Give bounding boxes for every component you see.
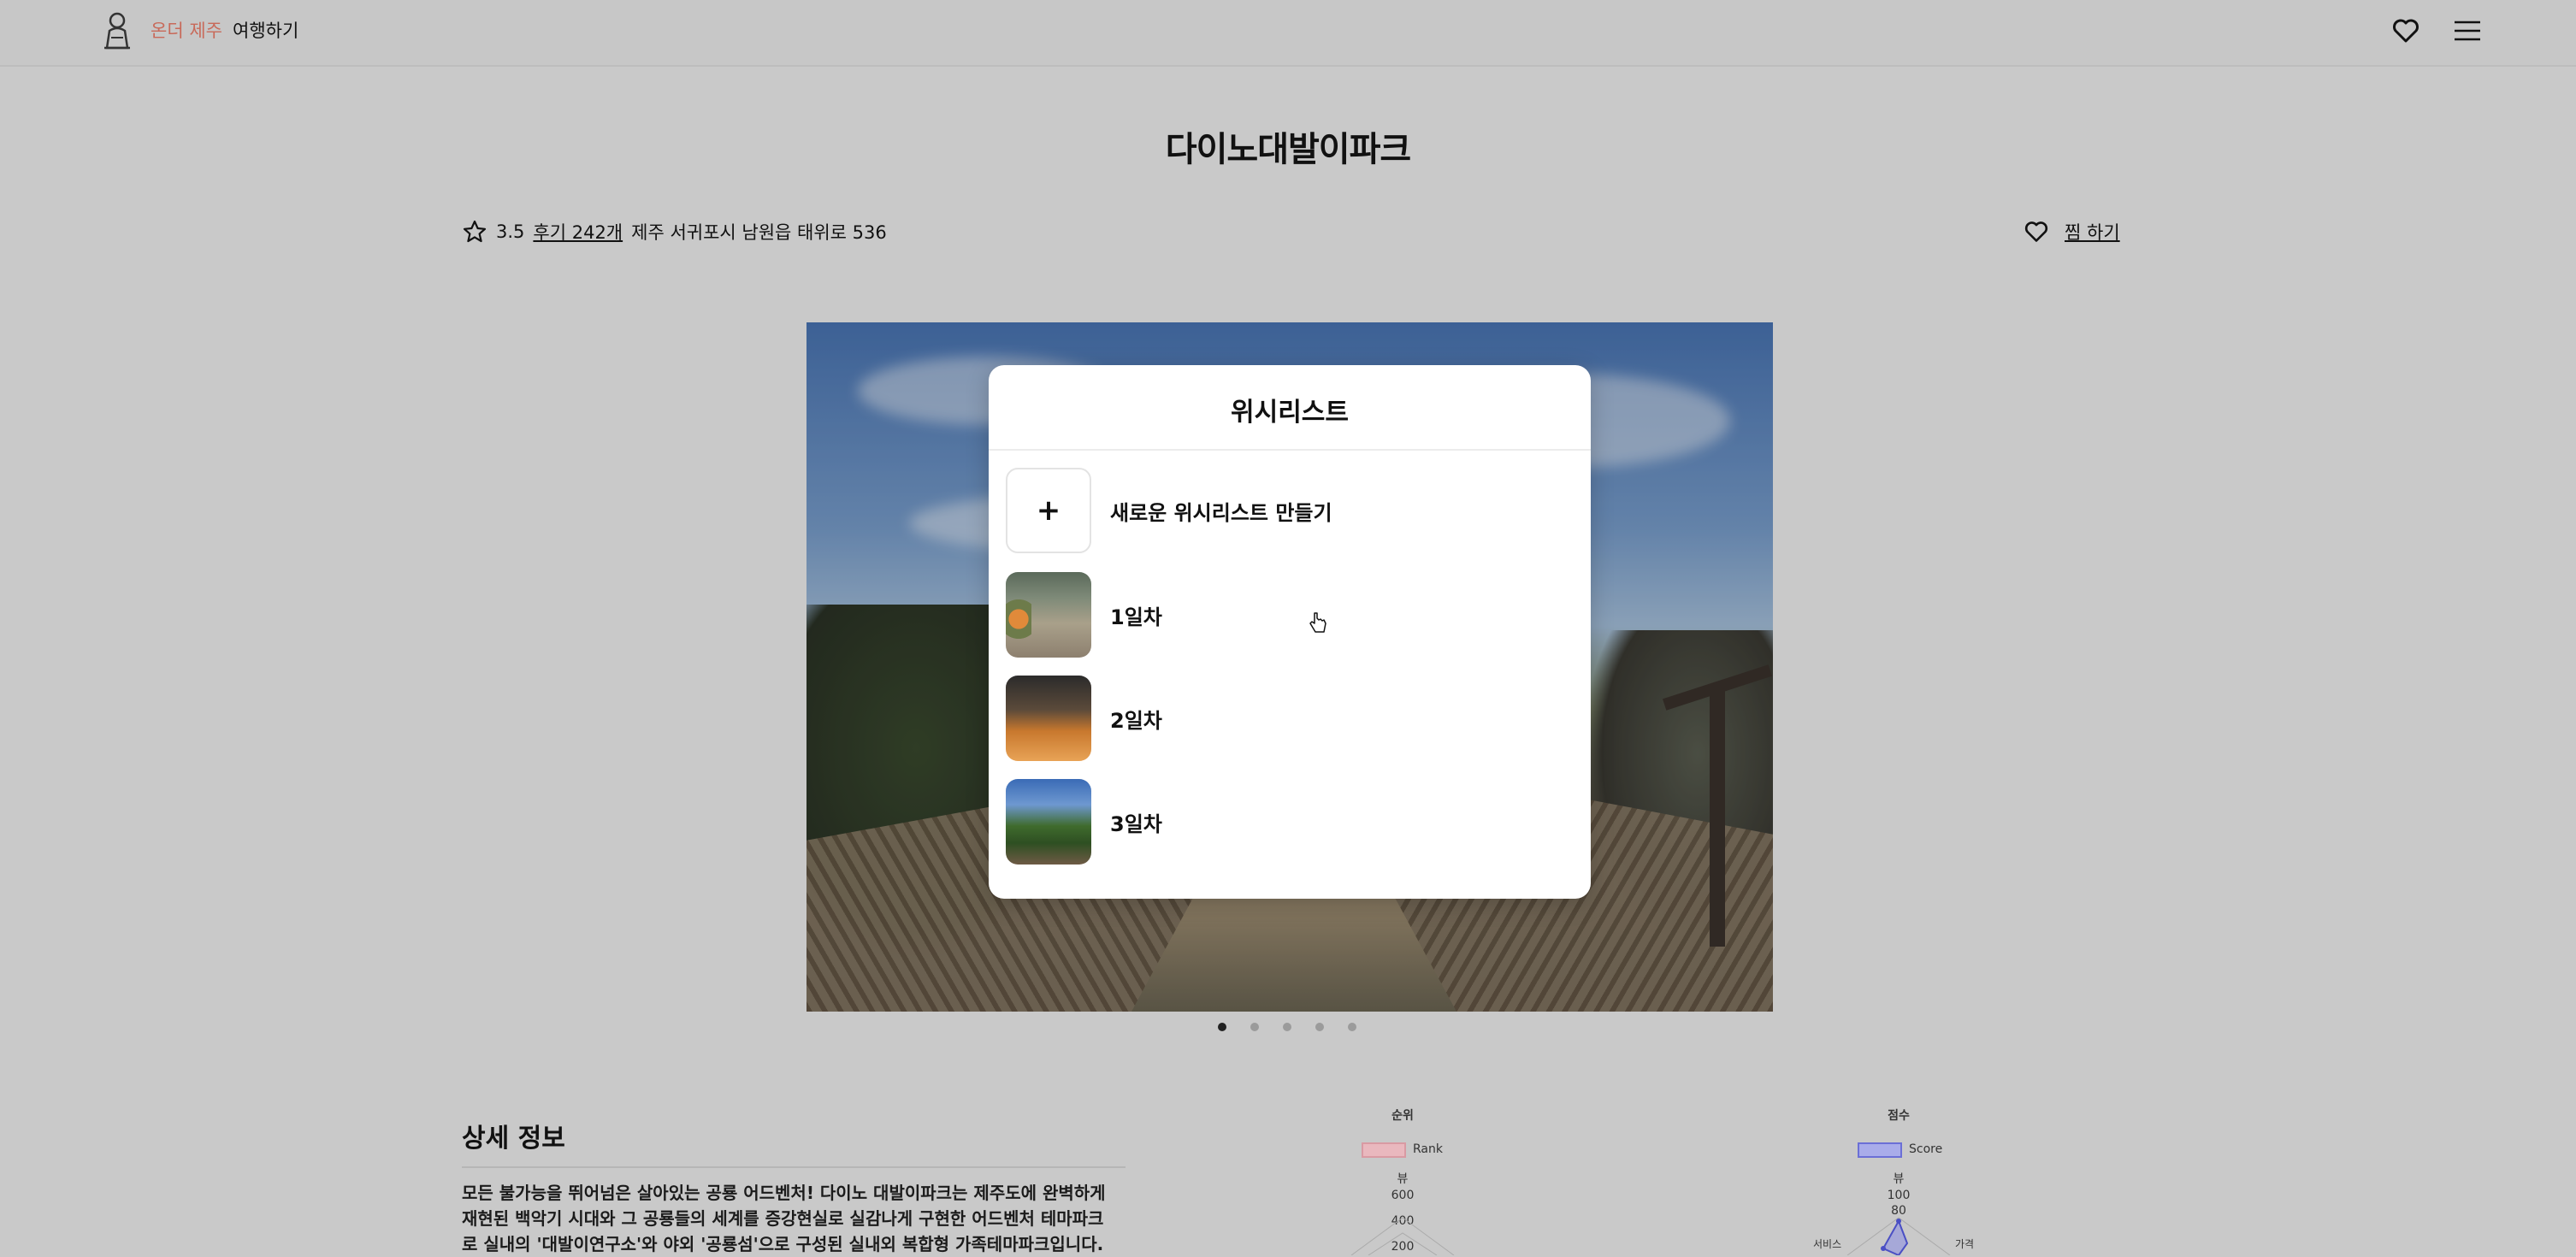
wishlist-item-label: 3일차 xyxy=(1110,811,1162,836)
description-line: 로 실내의 '대발이연구소'와 야외 '공룡섬'으로 구성된 실내외 복합형 가… xyxy=(462,1234,1104,1254)
score-radar-chart: 점수 Score 뷰 100 80 서비스 가격 xyxy=(1813,1107,1984,1255)
star-icon xyxy=(463,220,487,243)
rank-radar-chart: 순위 Rank 뷰 600 400 200 xyxy=(1317,1107,1488,1255)
detail-divider xyxy=(462,1166,1126,1168)
detail-section-title: 상세 정보 xyxy=(462,1124,565,1154)
heart-outline-icon xyxy=(2024,221,2048,242)
radar-grid xyxy=(1350,1217,1455,1255)
brand-name[interactable]: 온더 제주 xyxy=(151,17,222,43)
nav-travel-link[interactable]: 여행하기 xyxy=(233,17,298,43)
orange-farm-thumbnail xyxy=(1006,572,1091,658)
hamburger-menu-icon[interactable] xyxy=(2453,17,2482,44)
description-line: 모든 불가능을 뛰어넘은 살아있는 공룡 어드벤처! 다이노 대발이파크는 제주… xyxy=(462,1183,1106,1203)
tangerine-box-thumbnail xyxy=(1006,676,1091,761)
field-path-thumbnail xyxy=(1006,779,1091,865)
carousel-dot-3[interactable] xyxy=(1283,1023,1291,1031)
chart-title: 점수 xyxy=(1888,1109,1910,1123)
wishlist-item[interactable]: 3일차 xyxy=(1006,777,1574,866)
wishlist-modal: 위시리스트 + 새로운 위시리스트 만들기 1일차 2일차 3일차 xyxy=(989,365,1591,899)
address-text: 제주 서귀포시 남원읍 태위로 536 xyxy=(631,222,887,243)
carousel-dot-1[interactable] xyxy=(1218,1023,1226,1031)
wishlist-item[interactable]: 1일차 xyxy=(1006,570,1574,659)
legend-swatch xyxy=(1362,1142,1406,1158)
create-wishlist-label[interactable]: 새로운 위시리스트 만들기 xyxy=(1110,496,1332,526)
wishlist-item-label: 1일차 xyxy=(1110,605,1162,629)
axis-label: 뷰 xyxy=(1893,1172,1905,1186)
jeju-logo-icon[interactable] xyxy=(99,10,135,51)
rating-value: 3.5 xyxy=(496,221,525,242)
legend-label: Rank xyxy=(1413,1142,1443,1156)
reviews-link[interactable]: 후기 242개 xyxy=(533,219,623,245)
detail-description: 모든 불가능을 뛰어넘은 살아있는 공룡 어드벤처! 다이노 대발이파크는 제주… xyxy=(462,1180,1129,1257)
plus-icon[interactable]: + xyxy=(1006,468,1091,553)
save-label: 찜 하기 xyxy=(2065,222,2120,243)
place-meta: 3.5 후기 242개 제주 서귀포시 남원읍 태위로 536 xyxy=(462,219,887,245)
wishlist-item[interactable]: 2일차 xyxy=(1006,674,1574,763)
modal-title: 위시리스트 xyxy=(1231,398,1349,428)
create-wishlist-row[interactable]: + 새로운 위시리스트 만들기 xyxy=(1006,466,1574,633)
carousel-dots xyxy=(1218,1023,1356,1031)
legend-label: Score xyxy=(1909,1142,1943,1156)
save-button[interactable]: 찜 하기 xyxy=(2024,219,2120,245)
carousel-dot-5[interactable] xyxy=(1348,1023,1356,1031)
description-line: 재현된 백악기 시대와 그 공룡들의 세계를 증강현실로 실감나게 구현한 어드… xyxy=(462,1208,1104,1229)
carousel-dot-4[interactable] xyxy=(1315,1023,1324,1031)
carousel-dot-2[interactable] xyxy=(1250,1023,1259,1031)
radar-area xyxy=(1846,1217,1951,1255)
heart-icon[interactable] xyxy=(2391,17,2420,44)
modal-divider xyxy=(989,449,1591,451)
wishlist-item-label: 2일차 xyxy=(1110,708,1162,733)
page-title: 다이노대발이파크 xyxy=(1165,130,1411,169)
legend-swatch xyxy=(1858,1142,1902,1158)
top-nav-bar xyxy=(0,0,2576,67)
chart-title: 순위 xyxy=(1391,1109,1414,1123)
